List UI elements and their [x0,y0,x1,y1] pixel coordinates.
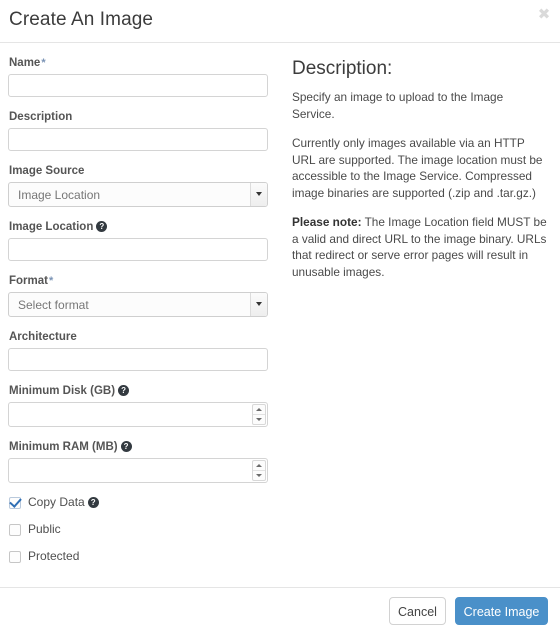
name-input[interactable] [8,74,268,97]
field-group-format: Format* Select format [8,274,285,317]
create-image-button[interactable]: Create Image [455,597,548,625]
modal-footer: Cancel Create Image [0,588,560,634]
description-heading: Description: [292,58,393,79]
stepper-buttons[interactable] [252,404,266,425]
help-icon[interactable]: ? [96,221,108,232]
checkbox-row-protected[interactable]: Protected [9,550,285,563]
chevron-down-icon[interactable] [250,183,267,206]
help-icon[interactable]: ? [87,497,99,508]
stepper-down-icon[interactable] [253,469,265,481]
public-checkbox[interactable] [9,523,21,536]
description-note: Please note: The Image Location field MU… [292,214,548,280]
label-description: Description [9,110,285,124]
field-group-image-location: Image Location? [8,220,285,261]
minimum-ram-input[interactable] [8,458,268,483]
description-column: Description: Specify an image to upload … [285,43,560,587]
description-note-label: Please note: [292,215,362,229]
stepper-down-icon[interactable] [253,413,265,425]
help-icon[interactable]: ? [120,441,132,452]
format-selected-value[interactable]: Select format [8,292,268,317]
architecture-input[interactable] [8,348,268,371]
minimum-disk-stepper[interactable] [8,402,268,427]
description-paragraph-1: Specify an image to upload to the Image … [292,90,504,121]
label-minimum-ram: Minimum RAM (MB)? [9,440,285,454]
label-format-text: Format [9,275,48,287]
cancel-button[interactable]: Cancel [389,597,446,625]
image-location-input[interactable] [8,238,268,261]
label-minimum-ram-text: Minimum RAM (MB) [9,441,118,453]
label-architecture-text: Architecture [9,331,77,343]
minimum-ram-stepper[interactable] [8,458,268,483]
description-paragraph-2: Currently only images available via an H… [292,136,543,200]
chevron-down-icon[interactable] [250,293,267,316]
page-title: Create An Image [9,9,154,30]
description-input[interactable] [8,128,268,151]
label-image-source: Image Source [9,164,285,178]
image-source-select[interactable]: Image Location [8,182,268,207]
label-name-text: Name [9,57,41,69]
field-group-image-source: Image Source Image Location [8,164,285,207]
required-asterisk: * [48,275,54,287]
public-label: Public [28,522,61,536]
field-group-name: Name* [8,56,285,97]
label-description-text: Description [9,111,73,123]
checkbox-row-public[interactable]: Public [9,523,285,536]
field-group-architecture: Architecture [8,330,285,371]
protected-checkbox[interactable] [9,550,21,563]
copy-data-label: Copy Data [28,495,85,509]
label-minimum-disk: Minimum Disk (GB)? [9,384,285,398]
label-minimum-disk-text: Minimum Disk (GB) [9,385,116,397]
required-asterisk: * [41,57,46,69]
protected-label: Protected [28,549,80,563]
label-image-location: Image Location? [9,220,285,234]
field-group-description: Description [8,110,285,151]
label-format: Format* [9,274,285,288]
checkbox-row-copy-data[interactable]: Copy Data ? [9,496,285,509]
stepper-buttons[interactable] [252,460,266,481]
label-name: Name* [9,56,285,70]
modal-body: Name* Description Image Source Image Loc… [0,43,560,588]
form-column: Name* Description Image Source Image Loc… [0,43,285,587]
label-architecture: Architecture [9,330,285,344]
create-image-modal: Create An Image ✖ Name* Description Imag… [0,0,560,634]
label-image-source-text: Image Source [9,165,85,177]
format-select[interactable]: Select format [8,292,268,317]
modal-header: Create An Image ✖ [0,0,560,43]
copy-data-checkbox[interactable] [9,496,21,509]
field-group-minimum-disk: Minimum Disk (GB)? [8,384,285,427]
minimum-disk-input[interactable] [8,402,268,427]
label-image-location-text: Image Location [9,221,94,233]
field-group-minimum-ram: Minimum RAM (MB)? [8,440,285,483]
image-source-selected-value[interactable]: Image Location [8,182,268,207]
close-icon[interactable]: ✖ [533,4,555,26]
help-icon[interactable]: ? [118,385,130,396]
